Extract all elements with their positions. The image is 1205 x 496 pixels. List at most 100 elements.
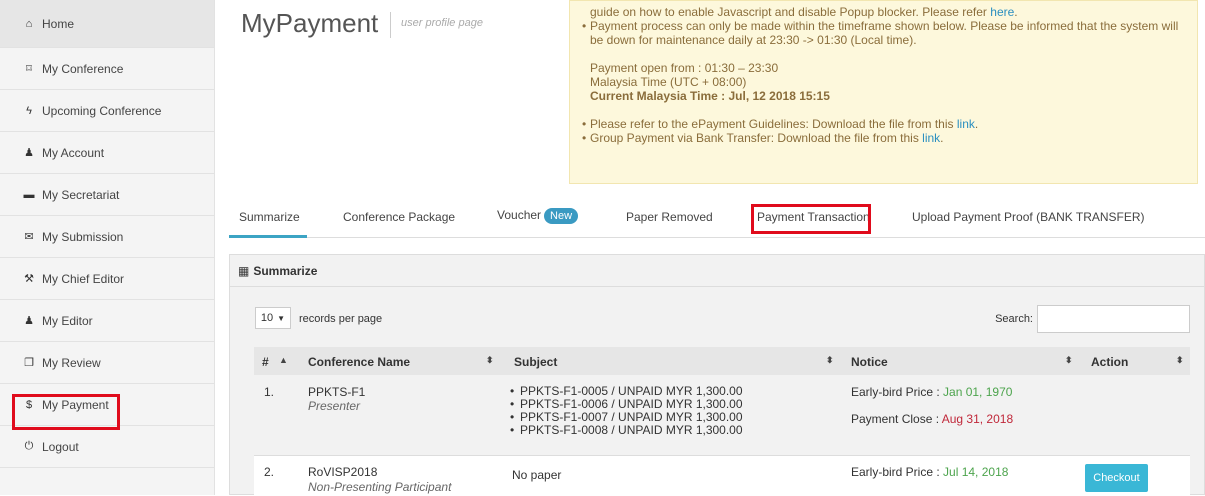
header-conference-name[interactable]: Conference Name	[308, 355, 410, 369]
new-badge: New	[544, 208, 579, 224]
bolt-icon: ϟ	[26, 104, 32, 117]
participant-role: Presenter	[308, 399, 361, 413]
notice-label: Early-bird Price :	[851, 385, 944, 399]
sidebar-item-label: Upcoming Conference	[42, 103, 162, 118]
sidebar-item-label: My Submission	[42, 229, 124, 244]
summarize-panel: ▦ Summarize 10 ▼ records per page Search: …	[229, 254, 1205, 496]
sort-icon: ⬍	[826, 355, 834, 365]
page-subtitle: user profile page	[401, 17, 483, 29]
header-notice[interactable]: Notice	[851, 355, 888, 369]
sidebar-item-label: My Conference	[42, 61, 124, 76]
sidebar-item-upcoming-conference[interactable]: ϟ Upcoming Conference	[0, 90, 214, 132]
header-subject[interactable]: Subject	[514, 355, 557, 369]
notice-text: .	[1014, 5, 1018, 19]
gavel-icon: ⚒	[24, 273, 34, 285]
active-tab-indicator	[229, 235, 307, 238]
sidebar-item-my-chief-editor[interactable]: ⚒ My Chief Editor	[0, 258, 214, 300]
sidebar-item-my-account[interactable]: ♟ My Account	[0, 132, 214, 174]
group-payment-link[interactable]: link	[922, 131, 940, 145]
notice-label: Early-bird Price :	[851, 465, 944, 479]
search-input[interactable]	[1037, 305, 1190, 333]
notice-spacer	[582, 103, 1185, 117]
notice-text: Please refer to the ePayment Guidelines:…	[590, 117, 957, 131]
files-icon: ❐	[24, 357, 34, 369]
header-action[interactable]: Action	[1091, 355, 1128, 369]
tab-upload-payment-proof[interactable]: Upload Payment Proof (BANK TRANSFER)	[912, 210, 1145, 224]
sidebar: ⌂ Home ⌑ My Conference ϟ Upcoming Conferenc…	[0, 0, 215, 495]
sidebar-item-label: My Review	[42, 355, 101, 370]
notice-line: guide on how to enable Javascript and di…	[582, 5, 1185, 19]
early-bird-notice: Early-bird Price : Jan 01, 1970	[851, 385, 1012, 399]
checkout-button[interactable]: Checkout	[1085, 464, 1148, 492]
sidebar-item-my-conference[interactable]: ⌑ My Conference	[0, 48, 214, 90]
caret-down-icon: ▼	[277, 313, 286, 323]
table-row: 1. PPKTS-F1 Presenter PPKTS-F1-0005 / UN…	[254, 375, 1190, 456]
home-icon: ⌂	[25, 17, 33, 30]
tab-paper-removed[interactable]: Paper Removed	[626, 210, 713, 224]
sort-icon: ⬍	[1065, 355, 1073, 365]
sidebar-item-my-editor[interactable]: ♟ My Editor	[0, 300, 214, 342]
payment-process-text: Payment process can only be made within …	[582, 19, 1185, 47]
guidelines-link[interactable]: link	[957, 117, 975, 131]
select-value: 10	[260, 312, 274, 324]
notice-list: Payment process can only be made within …	[582, 19, 1185, 47]
user-icon: ♟	[24, 147, 34, 159]
table-icon: ▦	[238, 263, 250, 278]
sidebar-item-my-submission[interactable]: ✉ My Submission	[0, 216, 214, 258]
row-number: 1.	[264, 385, 275, 399]
group-payment-item: Group Payment via Bank Transfer: Downloa…	[582, 131, 1185, 145]
sidebar-item-label: My Editor	[42, 313, 93, 328]
records-per-page-label: records per page	[299, 313, 383, 325]
tab-conference-package[interactable]: Conference Package	[343, 210, 455, 224]
table-row: 2. RoVISP2018 Non-Presenting Participant…	[254, 456, 1190, 496]
subject-list: PPKTS-F1-0005 / UNPAID MYR 1,300.00 PPKT…	[506, 385, 743, 438]
title-divider	[390, 12, 391, 38]
panel-title: Summarize	[253, 263, 318, 278]
sort-icon: ⬍	[1176, 355, 1184, 365]
early-bird-date: Jan 01, 1970	[943, 385, 1013, 399]
header-number[interactable]: #	[262, 355, 269, 369]
row-number: 2.	[264, 465, 275, 479]
notice-label: Payment Close :	[851, 412, 942, 426]
early-bird-notice: Early-bird Price : Jul 14, 2018	[851, 465, 1008, 479]
payment-close-notice: Payment Close : Aug 31, 2018	[851, 412, 1013, 426]
conference-name: RoVISP2018	[308, 465, 378, 479]
sidebar-item-my-review[interactable]: ❐ My Review	[0, 342, 214, 384]
envelope-icon: ✉	[24, 231, 34, 243]
table-header: # ▲ Conference Name ⬍ Subject ⬍ Notice ⬍…	[254, 347, 1190, 375]
payment-close-date: Aug 31, 2018	[941, 412, 1014, 426]
records-per-page-select[interactable]: 10 ▼	[255, 307, 291, 329]
highlight-box-payment-transaction	[751, 204, 871, 234]
subject-item: PPKTS-F1-0008 / UNPAID MYR 1,300.00	[506, 424, 743, 438]
sort-asc-icon: ▲	[279, 355, 288, 365]
main-content: MyPayment user profile page guide on how…	[215, 0, 1205, 496]
tab-bar: Summarize Conference Package Voucher New …	[229, 200, 1205, 238]
page-title: MyPayment	[241, 8, 379, 38]
sidebar-item-label: Logout	[42, 439, 79, 454]
notice-text: .	[974, 117, 979, 131]
early-bird-date: Jul 14, 2018	[943, 465, 1009, 479]
sidebar-item-label: Home	[42, 16, 75, 31]
sidebar-item-my-secretariat[interactable]: ▬ My Secretariat	[0, 174, 214, 216]
notice-spacer	[582, 47, 1185, 61]
notice-box: guide on how to enable Javascript and di…	[569, 0, 1198, 184]
tab-voucher[interactable]: Voucher New	[497, 208, 579, 224]
subject-text: No paper	[512, 468, 562, 482]
help-link[interactable]: here	[990, 5, 1014, 19]
notice-link-list: Please refer to the ePayment Guidelines:…	[582, 117, 1185, 145]
conference-name: PPKTS-F1	[308, 385, 366, 399]
notice-text: Group Payment via Bank Transfer: Downloa…	[590, 131, 923, 145]
highlight-box-my-payment	[12, 394, 120, 430]
users-icon: ♟	[24, 315, 34, 327]
current-time: Current Malaysia Time : Jul, 12 2018 15:…	[590, 89, 830, 103]
sidebar-item-home[interactable]: ⌂ Home	[0, 0, 214, 48]
search-label: Search:	[995, 313, 1033, 325]
payment-open-time: Payment open from : 01:30 – 23:30	[590, 61, 779, 75]
sort-icon: ⬍	[486, 355, 494, 365]
guidelines-item: Please refer to the ePayment Guidelines:…	[582, 117, 1185, 131]
sidebar-item-label: My Chief Editor	[42, 271, 125, 286]
tab-label: Voucher	[497, 208, 542, 222]
sidebar-item-logout[interactable]: ⏻ Logout	[0, 426, 214, 468]
tab-summarize[interactable]: Summarize	[239, 210, 300, 224]
notice-text: guide on how to enable Javascript and di…	[590, 5, 991, 19]
